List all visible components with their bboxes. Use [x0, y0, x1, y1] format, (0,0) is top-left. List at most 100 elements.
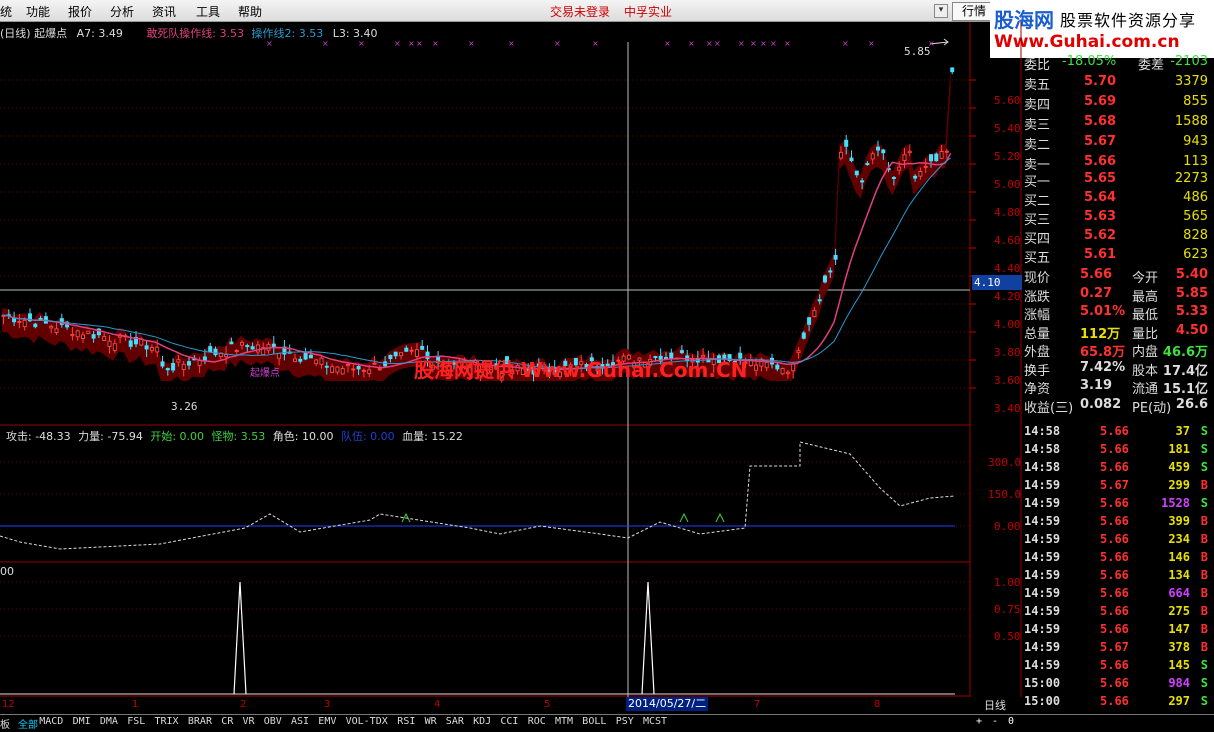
tick-volume: 299	[1168, 478, 1190, 492]
tick-time: 14:59	[1024, 514, 1061, 528]
watermark-text: 股海网提供 Www.Guhai.Com.CN	[414, 358, 748, 382]
ind1-axis-0: 0.00	[994, 520, 1021, 533]
sector-tab[interactable]: 板	[0, 716, 10, 731]
indicator-tab[interactable]: ASI	[291, 716, 309, 727]
indicator-tab[interactable]: VOL-TDX	[346, 716, 388, 727]
indicator-tab[interactable]: ROC	[528, 716, 546, 727]
sell-level-volume: 113	[1183, 154, 1208, 169]
tick-row: 14:59 5.66 1528 S	[1022, 496, 1214, 514]
tick-row: 14:59 5.66 275 B	[1022, 604, 1214, 622]
crosshair-date-label: 2014/05/27/二	[626, 697, 709, 711]
indicator-tab[interactable]: MTM	[555, 716, 573, 727]
tick-side: S	[1200, 676, 1208, 690]
zoom-out-button[interactable]: -	[992, 716, 998, 727]
tick-price: 5.66	[1100, 424, 1129, 438]
stat-label: 内盘	[1132, 345, 1159, 360]
stat-value: 112万	[1080, 326, 1121, 342]
menu-analysis[interactable]: 分析	[110, 3, 134, 20]
period-label[interactable]: 日线	[984, 697, 1006, 713]
svg-text:×: ×	[738, 39, 745, 48]
minimize-icon[interactable]: ▾	[934, 4, 948, 18]
buy-level-price: 5.64	[1084, 190, 1117, 205]
date-label: 7	[754, 699, 761, 710]
indicator-tab[interactable]: TRIX	[155, 716, 179, 727]
tick-time: 14:58	[1024, 424, 1061, 438]
buy-level-row: 买三 5.63 565	[1022, 209, 1214, 228]
price-tick-label: 3.80	[994, 346, 1021, 359]
sell-level-price: 5.68	[1084, 114, 1117, 129]
tick-row: 14:59 5.66 664 B	[1022, 586, 1214, 604]
indicator-tab[interactable]: MACD	[39, 716, 63, 727]
zoom-in-button[interactable]: +	[976, 716, 982, 727]
tick-volume: 181	[1168, 442, 1190, 456]
ind2-axis-050: 0.50	[994, 630, 1021, 643]
buy-level-volume: 2273	[1174, 171, 1208, 186]
indicator-tab[interactable]: EMV	[318, 716, 336, 727]
indicator-tab[interactable]: SAR	[446, 716, 464, 727]
tick-row: 14:59 5.66 146 B	[1022, 550, 1214, 568]
indicator-tab[interactable]: VR	[243, 716, 255, 727]
indicator-tab[interactable]: DMI	[73, 716, 91, 727]
reset-button[interactable]: 0	[1008, 716, 1014, 727]
sell-level-volume: 943	[1183, 134, 1208, 149]
menu-system[interactable]: 统	[0, 3, 12, 20]
stat-value: 3.19	[1080, 378, 1113, 393]
price-tick-label: 5.40	[994, 122, 1021, 135]
stat-value: 46.6万	[1162, 345, 1208, 360]
trade-status[interactable]: 交易未登录	[550, 3, 610, 20]
tick-side: B	[1200, 514, 1208, 528]
svg-text:×: ×	[770, 39, 777, 48]
tick-time: 15:00	[1024, 694, 1061, 708]
indicator-tab[interactable]: 全部	[18, 716, 38, 731]
menu-function[interactable]: 功能	[26, 3, 50, 20]
stat-value: 17.4亿	[1162, 363, 1208, 379]
price-tick-label: 4.80	[994, 206, 1021, 219]
indicator1-title: ​攻击: -48.33 力量: -75.94 开始: 0.00 怪物: 3.53…	[0, 428, 463, 444]
ind2-axis-100: 1.00	[994, 576, 1021, 589]
tick-time: 15:00	[1024, 676, 1061, 690]
main-chart-title: (日线) 起爆点 A7: 3.49 敢死队操作线: 3.53 操作线2: 3.5…	[0, 25, 378, 41]
tick-price: 5.66	[1100, 604, 1129, 618]
indicator-tab[interactable]: RSI	[397, 716, 415, 727]
tick-volume: 147	[1168, 622, 1190, 636]
indicator-tab[interactable]: CCI	[500, 716, 518, 727]
svg-text:×: ×	[468, 39, 475, 48]
main-period-label: (日线) 起爆点	[0, 27, 68, 40]
op2-value: 操作线2: 3.53	[251, 27, 324, 40]
indicator-tab[interactable]: PSY	[616, 716, 634, 727]
menu-help[interactable]: 帮助	[238, 3, 262, 20]
stat-value: 0.082	[1080, 396, 1122, 412]
indicator-tab[interactable]: FSL	[127, 716, 145, 727]
indicator-tab[interactable]: OBV	[264, 716, 282, 727]
svg-text:×: ×	[554, 39, 561, 48]
stat-row: 涨幅 5.01% 最低 5.33	[1022, 304, 1214, 323]
price-tick-label: 4.60	[994, 234, 1021, 247]
indicator-tab[interactable]: CR	[221, 716, 233, 727]
tick-time: 14:59	[1024, 640, 1061, 654]
tick-time: 14:59	[1024, 550, 1061, 564]
tick-price: 5.66	[1100, 460, 1129, 474]
svg-text:×: ×	[750, 39, 757, 48]
buy-level-price: 5.65	[1084, 171, 1117, 186]
tick-row: 14:59 5.66 399 B	[1022, 514, 1214, 532]
indicator-tab[interactable]: BRAR	[188, 716, 212, 727]
strange-value: 怪物: 3.53	[211, 430, 266, 443]
stat-label: 量比	[1132, 326, 1159, 342]
menu-news[interactable]: 资讯	[152, 3, 176, 20]
menu-quote[interactable]: 报价	[68, 3, 92, 20]
svg-text:×: ×	[508, 39, 515, 48]
indicator-tab[interactable]: KDJ	[473, 716, 491, 727]
menu-tools[interactable]: 工具	[196, 3, 220, 20]
tick-side: B	[1200, 586, 1208, 600]
date-label: 2	[240, 699, 247, 710]
indicator-tab[interactable]: DMA	[100, 716, 118, 727]
stat-value: 5.33	[1175, 304, 1208, 319]
tick-volume: 297	[1168, 694, 1190, 708]
tick-row: 14:59 5.66 134 B	[1022, 568, 1214, 586]
indicator-tab[interactable]: MCST	[643, 716, 667, 727]
price-tick-label: 4.00	[994, 318, 1021, 331]
indicator-tab[interactable]: WR	[425, 716, 437, 727]
stock-name: 中孚实业	[624, 5, 673, 19]
indicator-tab[interactable]: BOLL	[582, 716, 606, 727]
buy-level-row: 买四 5.62 828	[1022, 228, 1214, 247]
